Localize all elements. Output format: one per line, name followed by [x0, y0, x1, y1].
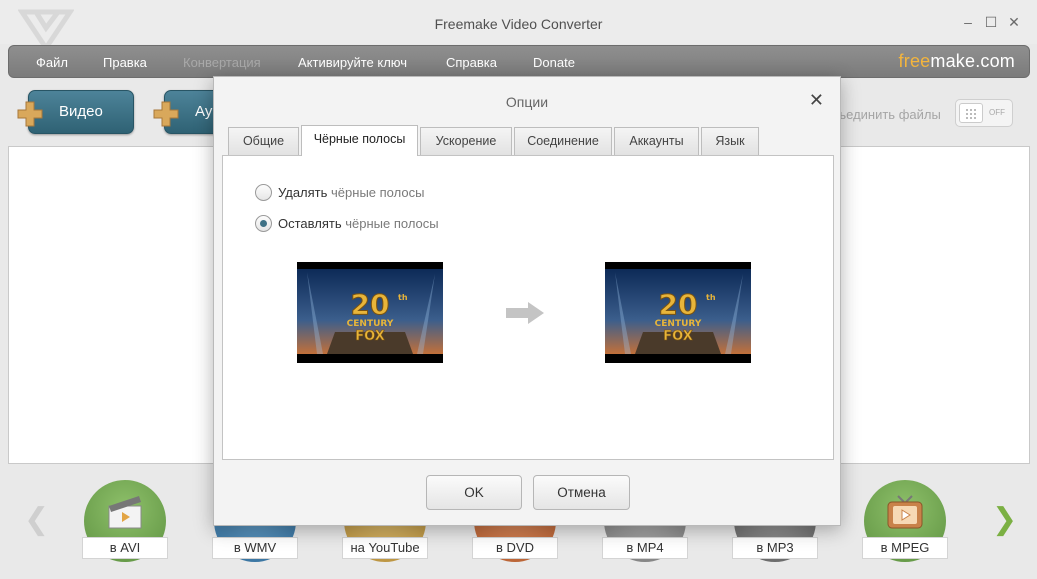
dialog-title: Опции — [505, 94, 549, 110]
thumb-text-fox: FOX — [355, 329, 385, 344]
tab-acceleration[interactable]: Ускорение — [420, 127, 512, 155]
radio-label-verb: Оставлять — [278, 216, 342, 231]
preview-before-image: 20 th CENTURY FOX — [297, 262, 443, 363]
thumb-text-th: th — [398, 293, 408, 302]
tab-language[interactable]: Язык — [701, 127, 759, 155]
format-label: на YouTube — [342, 537, 428, 559]
preview-after-image: 20 th CENTURY FOX — [605, 262, 751, 363]
radio-label: Оставлять чёрные полосы — [278, 216, 439, 231]
menu-convert[interactable]: Конвертация — [183, 55, 261, 70]
plus-icon — [17, 101, 43, 127]
ok-button[interactable]: OK — [426, 475, 522, 510]
format-label: в MP4 — [602, 537, 688, 559]
thumb-text-century: CENTURY — [655, 319, 702, 329]
tab-accounts[interactable]: Аккаунты — [614, 127, 699, 155]
thumb-text-fox: FOX — [663, 329, 693, 344]
tab-black-bars[interactable]: Чёрные полосы — [301, 125, 418, 156]
format-mpeg-button[interactable]: в MPEG — [862, 480, 948, 562]
minimize-button[interactable]: – — [960, 14, 976, 30]
merge-files-toggle[interactable]: OFF — [955, 99, 1013, 127]
maximize-button[interactable]: ☐ — [983, 14, 999, 30]
tab-connection[interactable]: Соединение — [514, 127, 612, 155]
format-label: в WMV — [212, 537, 298, 559]
thumb-text-century: CENTURY — [347, 319, 394, 329]
clapperboard-icon — [108, 496, 142, 529]
brand-logo-part1: free — [898, 51, 931, 71]
menu-bar: Файл Правка Конвертация Активируйте ключ… — [8, 45, 1030, 78]
menu-help[interactable]: Справка — [446, 55, 497, 70]
merge-files-label: ъединить файлы — [838, 107, 941, 122]
menu-file[interactable]: Файл — [36, 55, 68, 70]
add-audio-label: Ау — [195, 103, 213, 120]
format-avi-button[interactable]: в AVI — [82, 480, 168, 562]
thumb-text-20: 20 — [351, 288, 390, 321]
radio-label-verb: Удалять — [278, 185, 328, 200]
radio-label: Удалять чёрные полосы — [278, 185, 424, 200]
menu-activate-key[interactable]: Активируйте ключ — [298, 55, 407, 70]
window-title: Freemake Video Converter — [434, 16, 603, 32]
tv-icon — [887, 495, 923, 529]
options-dialog: Опции ✕ Общие Чёрные полосы Ускорение Со… — [213, 76, 841, 526]
brand-logo-part2: make.com — [930, 51, 1015, 71]
add-video-button[interactable]: Видео — [17, 90, 134, 134]
format-label: в MPEG — [862, 537, 948, 559]
tab-general[interactable]: Общие — [228, 127, 299, 155]
remove-black-bars-radio[interactable] — [255, 184, 272, 201]
toggle-knob — [959, 103, 983, 123]
black-bars-panel: Удалять чёрные полосы Оставлять чёрные п… — [222, 155, 834, 460]
menu-donate[interactable]: Donate — [533, 55, 575, 70]
radio-label-rest: чёрные полосы — [341, 216, 439, 231]
plus-icon — [153, 101, 179, 127]
close-icon[interactable]: ✕ — [809, 91, 824, 109]
radio-label-rest: чёрные полосы — [327, 185, 425, 200]
add-video-label: Видео — [59, 103, 103, 120]
scroll-right-arrow-icon[interactable]: ❯ — [992, 505, 1017, 535]
scroll-left-arrow-icon[interactable]: ❮ — [24, 505, 49, 535]
toggle-state-text: OFF — [989, 108, 1005, 117]
thumb-text-th: th — [706, 293, 716, 302]
title-bar: Freemake Video Converter – ☐ ✕ — [0, 0, 1037, 52]
format-label: в MP3 — [732, 537, 818, 559]
thumb-text-20: 20 — [659, 288, 698, 321]
close-window-button[interactable]: ✕ — [1006, 14, 1022, 30]
keep-black-bars-radio[interactable] — [255, 215, 272, 232]
right-arrow-icon — [506, 302, 544, 324]
format-label: в DVD — [472, 537, 558, 559]
cancel-button[interactable]: Отмена — [533, 475, 630, 510]
brand-logo[interactable]: freemake.com — [899, 51, 1015, 72]
format-label: в AVI — [82, 537, 168, 559]
menu-edit[interactable]: Правка — [103, 55, 147, 70]
